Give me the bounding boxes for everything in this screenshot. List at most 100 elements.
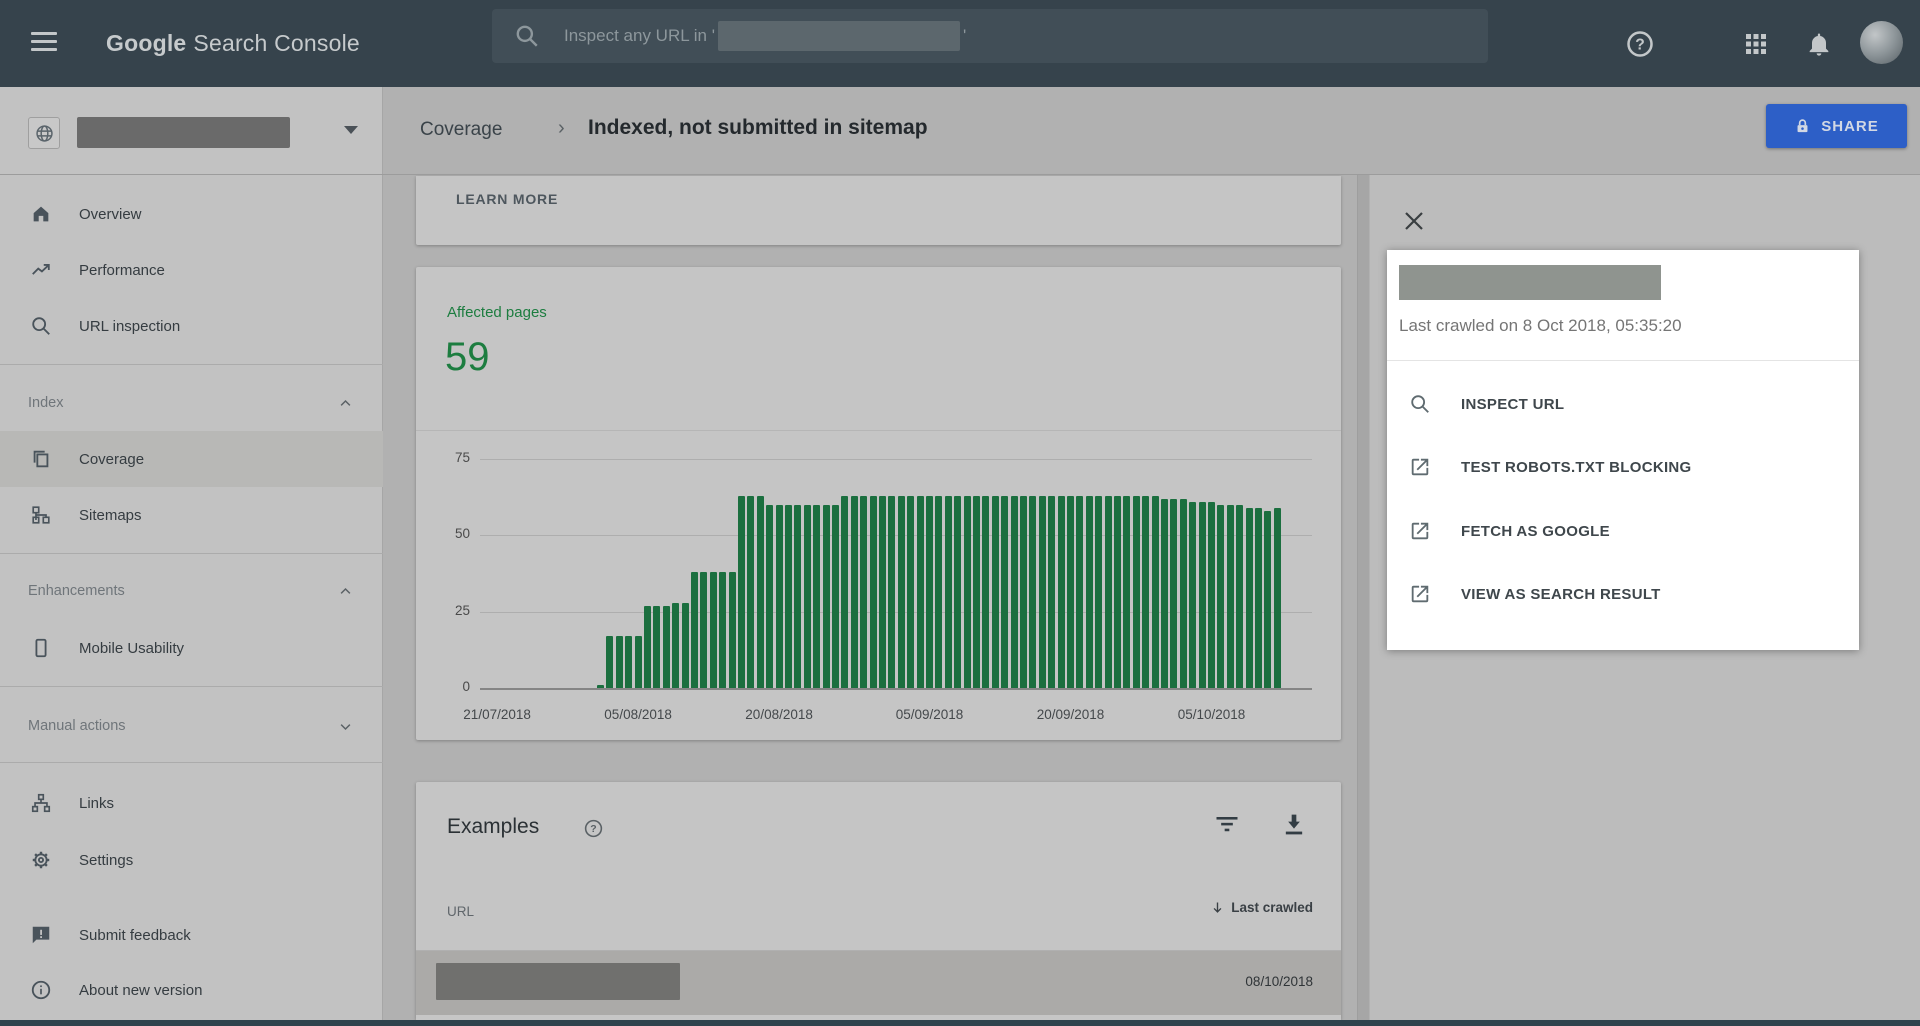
chart-bar: [794, 505, 801, 688]
download-icon[interactable]: [1280, 810, 1308, 843]
chart-bar: [841, 496, 848, 688]
sidebar-item-overview[interactable]: Overview: [0, 186, 383, 242]
chevron-up-icon: [338, 396, 353, 411]
chart-bar: [982, 496, 989, 688]
chart-bar: [813, 505, 820, 688]
url-inspection-searchbar[interactable]: Inspect any URL in ' ': [492, 9, 1488, 63]
chart-bar: [776, 505, 783, 688]
filter-icon[interactable]: [1213, 810, 1241, 843]
url-actions-popup: Last crawled on 8 Oct 2018, 05:35:20 INS…: [1387, 250, 1859, 650]
chart-bar: [606, 636, 613, 688]
affected-pages-card: Affected pages 59 025507521/07/201805/08…: [416, 267, 1341, 740]
summary-label: Affected pages: [447, 304, 547, 321]
examples-title: Examples: [447, 815, 539, 839]
open-in-new-icon: [1409, 583, 1431, 605]
chart-bar: [1161, 499, 1168, 688]
chart-bar: [1048, 496, 1055, 688]
topbar: Google Search Console Inspect any URL in…: [0, 0, 1920, 87]
y-axis-tick: 0: [426, 679, 470, 694]
chart-bar: [1001, 496, 1008, 688]
open-in-new-icon: [1409, 456, 1431, 478]
menu-item-fetch-as-google[interactable]: FETCH AS GOOGLE: [1387, 503, 1859, 559]
sidebar-item-settings[interactable]: Settings: [0, 832, 383, 888]
notifications-bell-icon[interactable]: [1800, 0, 1838, 87]
sidebar-item-performance[interactable]: Performance: [0, 242, 383, 298]
chart-bar: [682, 603, 689, 688]
chart-bar: [1086, 496, 1093, 688]
sidebar-item-sitemaps[interactable]: Sitemaps: [0, 487, 383, 543]
feedback-icon: [30, 924, 52, 946]
help-icon[interactable]: ?: [1622, 0, 1658, 87]
svg-text:?: ?: [590, 823, 596, 835]
popup-divider: [1387, 360, 1859, 361]
hamburger-menu-icon[interactable]: [31, 32, 57, 54]
column-header-url: URL: [447, 904, 474, 919]
svg-text:?: ?: [1635, 36, 1645, 53]
gridline: [480, 612, 1312, 613]
sidebar-item-coverage[interactable]: Coverage: [0, 431, 383, 487]
chart-bar: [719, 572, 726, 688]
table-row[interactable]: 08/10/2018: [416, 951, 1341, 1015]
popup-last-crawled-text: Last crawled on 8 Oct 2018, 05:35:20: [1399, 316, 1682, 336]
apps-grid-icon[interactable]: [1738, 0, 1774, 87]
chart-bar: [785, 505, 792, 688]
chart-bar: [1105, 496, 1112, 688]
chart-bar: [992, 496, 999, 688]
chart-bar: [1236, 505, 1243, 688]
chart-bar: [729, 572, 736, 688]
sidebar-item-submit-feedback[interactable]: Submit feedback: [0, 907, 383, 963]
chart-bar: [766, 505, 773, 688]
chart-bar: [1011, 496, 1018, 688]
x-axis-tick: 20/09/2018: [1011, 707, 1131, 722]
sidebar-section-enhancements[interactable]: Enhancements: [0, 571, 383, 611]
chart-bar: [935, 496, 942, 688]
search-placeholder: Inspect any URL in ': [564, 26, 715, 46]
gridline: [480, 688, 1312, 690]
chart-bar: [1170, 499, 1177, 688]
sidebar-item-links[interactable]: Links: [0, 775, 383, 831]
y-axis-tick: 75: [426, 450, 470, 465]
avatar[interactable]: [1860, 21, 1903, 64]
chart-bar: [738, 496, 745, 688]
popup-url-redacted: [1399, 265, 1661, 300]
chart-bar: [1114, 496, 1121, 688]
chart-bar: [973, 496, 980, 688]
chart-bar: [1264, 511, 1271, 688]
chart-bar: [964, 496, 971, 688]
learn-more-link[interactable]: LEARN MORE: [456, 191, 558, 207]
chart-bar: [1039, 496, 1046, 688]
header-divider: [0, 174, 1920, 175]
menu-item-test-robots[interactable]: TEST ROBOTS.TXT BLOCKING: [1387, 439, 1859, 495]
chart-bar: [1133, 496, 1140, 688]
x-axis-tick: 21/07/2018: [437, 707, 557, 722]
property-selector[interactable]: [77, 117, 290, 148]
chevron-down-icon: [338, 719, 353, 734]
gridline: [480, 459, 1312, 460]
share-button[interactable]: SHARE: [1766, 104, 1907, 148]
close-icon[interactable]: [1402, 209, 1426, 233]
chart-bar: [1180, 499, 1187, 688]
examples-help-icon[interactable]: ?: [583, 818, 604, 844]
chart-bar: [1274, 508, 1281, 688]
window-bottom-strip: [0, 1020, 1920, 1026]
sidebar-item-url-inspection[interactable]: URL inspection: [0, 298, 383, 354]
column-header-last-crawled[interactable]: Last crawled: [1210, 900, 1313, 915]
coverage-pages-icon: [30, 448, 52, 470]
menu-item-inspect-url[interactable]: INSPECT URL: [1387, 376, 1859, 432]
chart-bar: [597, 685, 604, 688]
breadcrumb-coverage-link[interactable]: Coverage: [420, 119, 502, 141]
chart-bar: [926, 496, 933, 688]
property-caret-down-icon[interactable]: [344, 126, 358, 134]
trending-up-icon: [30, 259, 52, 281]
sidebar-section-index[interactable]: Index: [0, 383, 383, 423]
chevron-up-icon: [338, 584, 353, 599]
chart-bar: [1142, 496, 1149, 688]
search-icon: [30, 315, 52, 337]
vertical-scrollbar[interactable]: [1357, 175, 1369, 1026]
menu-item-view-as-search-result[interactable]: VIEW AS SEARCH RESULT: [1387, 566, 1859, 622]
sidebar-section-manual-actions[interactable]: Manual actions: [0, 706, 383, 746]
chart-bar: [945, 496, 952, 688]
sidebar-item-about-new-version[interactable]: About new version: [0, 962, 383, 1018]
sidebar-item-mobile-usability[interactable]: Mobile Usability: [0, 620, 383, 676]
chart-bar: [1123, 496, 1130, 688]
